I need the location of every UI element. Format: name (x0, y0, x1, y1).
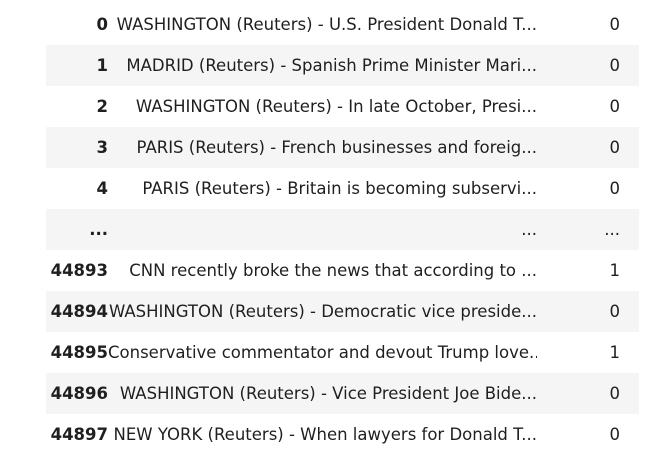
text-cell: ... (521, 220, 537, 239)
label-cell: 0 (609, 15, 621, 34)
table-row: 3 PARIS (Reuters) - French businesses an… (46, 127, 639, 168)
ellipsis-row: ... ... ... (46, 209, 639, 250)
table-row: 44895 Conservative commentator and devou… (46, 332, 639, 373)
row-index: 44895 (50, 343, 108, 362)
table-row: 4 PARIS (Reuters) - Britain is becoming … (46, 168, 639, 209)
dataframe-table: 0 WASHINGTON (Reuters) - U.S. President … (46, 4, 639, 455)
text-cell: PARIS (Reuters) - French businesses and … (136, 138, 537, 157)
label-cell: ... (604, 220, 620, 239)
table-row: 44896 WASHINGTON (Reuters) - Vice Presid… (46, 373, 639, 414)
label-cell: 0 (609, 97, 621, 116)
table-row: 44893 CNN recently broke the news that a… (46, 250, 639, 291)
label-cell: 0 (609, 425, 621, 444)
table-row: 0 WASHINGTON (Reuters) - U.S. President … (46, 4, 639, 45)
row-index: ... (89, 220, 108, 239)
text-cell: WASHINGTON (Reuters) - Vice President Jo… (119, 384, 537, 403)
row-index: 44893 (50, 261, 108, 280)
label-cell: 0 (609, 302, 621, 321)
label-cell: 1 (609, 343, 621, 362)
text-cell: WASHINGTON (Reuters) - Democratic vice p… (108, 302, 537, 321)
row-index: 3 (96, 138, 108, 157)
row-index: 44894 (50, 302, 108, 321)
label-cell: 0 (609, 56, 621, 75)
label-cell: 0 (609, 179, 621, 198)
label-cell: 0 (609, 384, 621, 403)
text-cell: CNN recently broke the news that accordi… (129, 261, 537, 280)
row-index: 1 (96, 56, 108, 75)
text-cell: WASHINGTON (Reuters) - In late October, … (135, 97, 537, 116)
row-index: 44897 (50, 425, 108, 444)
text-cell: PARIS (Reuters) - Britain is becoming su… (142, 179, 537, 198)
text-cell: NEW YORK (Reuters) - When lawyers for Do… (113, 425, 538, 444)
row-index: 2 (96, 97, 108, 116)
row-index: 44896 (50, 384, 108, 403)
text-cell: MADRID (Reuters) - Spanish Prime Ministe… (126, 56, 537, 75)
row-index: 0 (96, 15, 108, 34)
table-row: 44894 WASHINGTON (Reuters) - Democratic … (46, 291, 639, 332)
row-index: 4 (96, 179, 108, 198)
text-cell: WASHINGTON (Reuters) - U.S. President Do… (116, 15, 537, 34)
label-cell: 1 (609, 261, 621, 280)
table-row: 44897 NEW YORK (Reuters) - When lawyers … (46, 414, 639, 455)
text-cell: Conservative commentator and devout Trum… (108, 343, 537, 362)
table-row: 2 WASHINGTON (Reuters) - In late October… (46, 86, 639, 127)
label-cell: 0 (609, 138, 621, 157)
table-row: 1 MADRID (Reuters) - Spanish Prime Minis… (46, 45, 639, 86)
